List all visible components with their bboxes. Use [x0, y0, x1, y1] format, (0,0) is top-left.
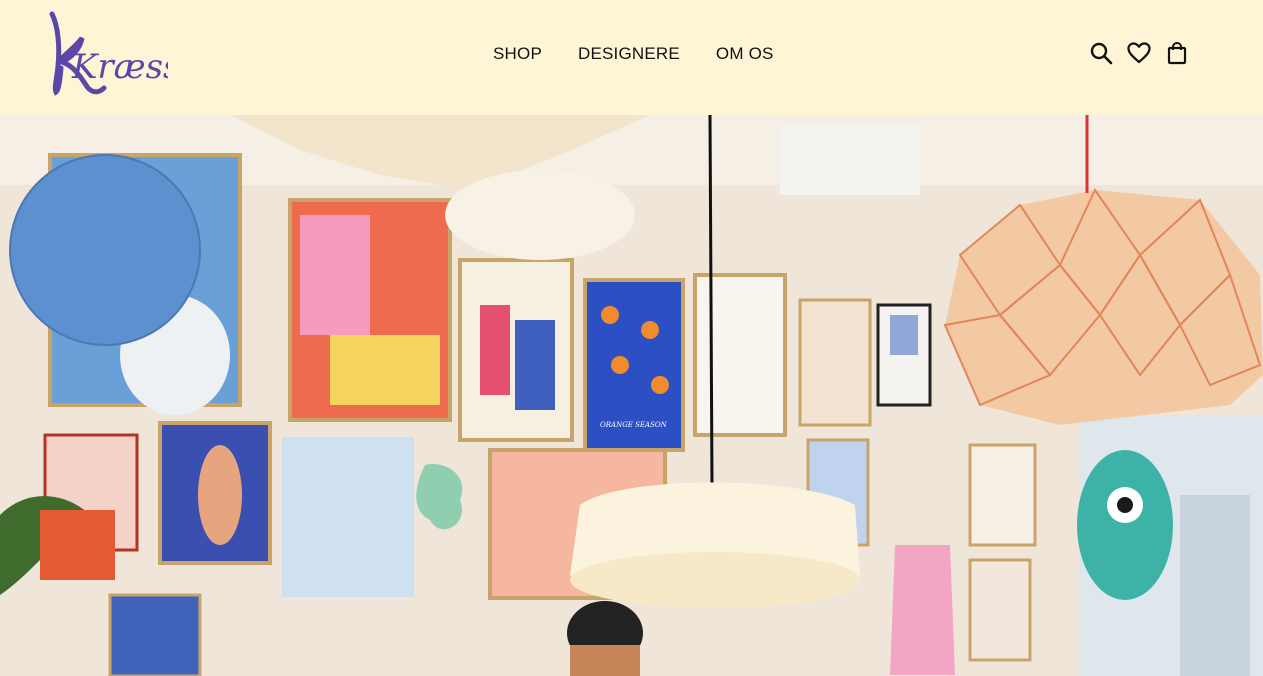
- heart-icon[interactable]: [1127, 41, 1151, 65]
- main-nav: SHOP DESIGNERE OM OS: [493, 44, 774, 64]
- shopping-bag-icon[interactable]: [1165, 41, 1189, 65]
- site-header: Kræss SHOP DESIGNERE OM OS: [0, 0, 1263, 115]
- brand-logo-text: Kræss: [71, 47, 168, 87]
- nav-item-shop[interactable]: SHOP: [493, 44, 542, 64]
- poster-text: ORANGE SEASON: [600, 421, 668, 429]
- header-icons: [1089, 41, 1189, 65]
- nav-item-om-os[interactable]: OM OS: [716, 44, 774, 64]
- hero-image: ORANGE SEASON: [0, 115, 1263, 676]
- brand-logo[interactable]: Kræss: [44, 8, 168, 98]
- search-icon[interactable]: [1089, 41, 1113, 65]
- nav-item-designere[interactable]: DESIGNERE: [578, 44, 680, 64]
- shop-interior-photo: ORANGE SEASON: [0, 115, 1263, 676]
